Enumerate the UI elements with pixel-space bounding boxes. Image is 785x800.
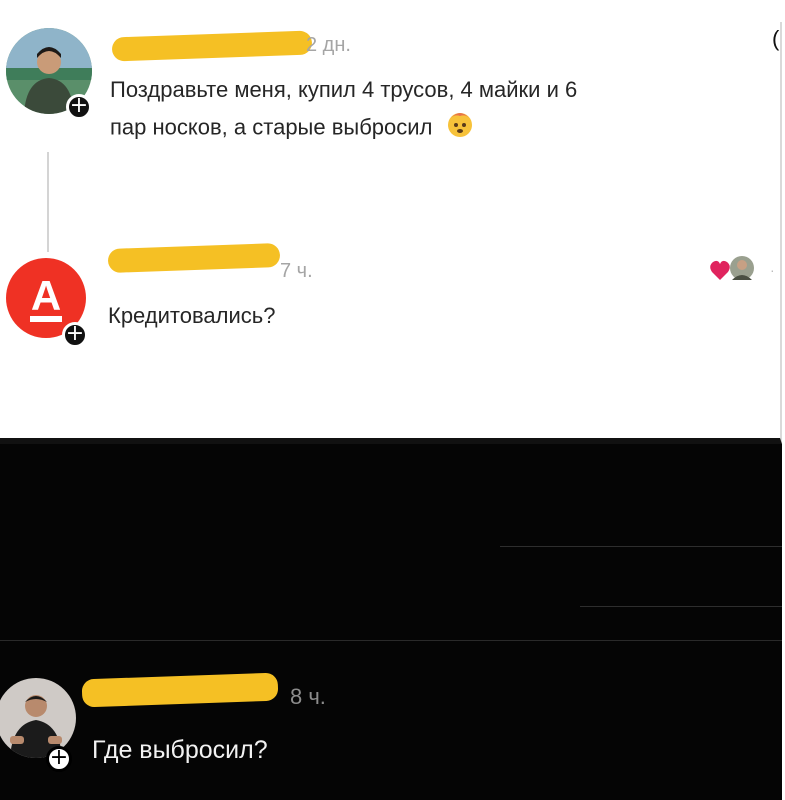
ghost-line-1: [500, 546, 782, 547]
ghost-line-2: [580, 606, 782, 607]
heart-icon: [710, 260, 730, 280]
alfa-logo-letter: А: [31, 272, 61, 319]
plus-icon[interactable]: +: [66, 94, 92, 120]
section-divider: [0, 640, 782, 641]
redacted-username-1: [111, 30, 313, 62]
comment-time-1: 2 дн.: [306, 34, 351, 56]
comment-time-2: 7 ч.: [280, 260, 313, 282]
exploding-head-emoji-icon: [445, 108, 475, 149]
thread-line: [47, 152, 49, 252]
comment-text-3: Где выбросил?: [92, 736, 268, 764]
light-comments-panel: + 2 дн. ( Поздравьте меня, купил 4 трусо…: [0, 22, 782, 444]
comment-time-3: 8 ч.: [290, 684, 326, 709]
comment-options-dot[interactable]: ·: [770, 262, 775, 278]
comment-text-2: Кредитовались?: [108, 303, 276, 328]
comment-text-1-line2: пар носков, а старые выбросил: [110, 108, 782, 149]
comment-text-1-line1: Поздравьте меня, купил 4 трусов, 4 майки…: [110, 77, 578, 102]
redacted-username-2: [107, 243, 281, 273]
comment-text-1: Поздравьте меня, купил 4 трусов, 4 майки…: [110, 72, 782, 149]
liked-by-author-indicator[interactable]: [708, 254, 758, 291]
plus-icon[interactable]: +: [46, 746, 72, 772]
options-icon[interactable]: (: [772, 26, 779, 52]
plus-icon[interactable]: +: [62, 322, 88, 348]
